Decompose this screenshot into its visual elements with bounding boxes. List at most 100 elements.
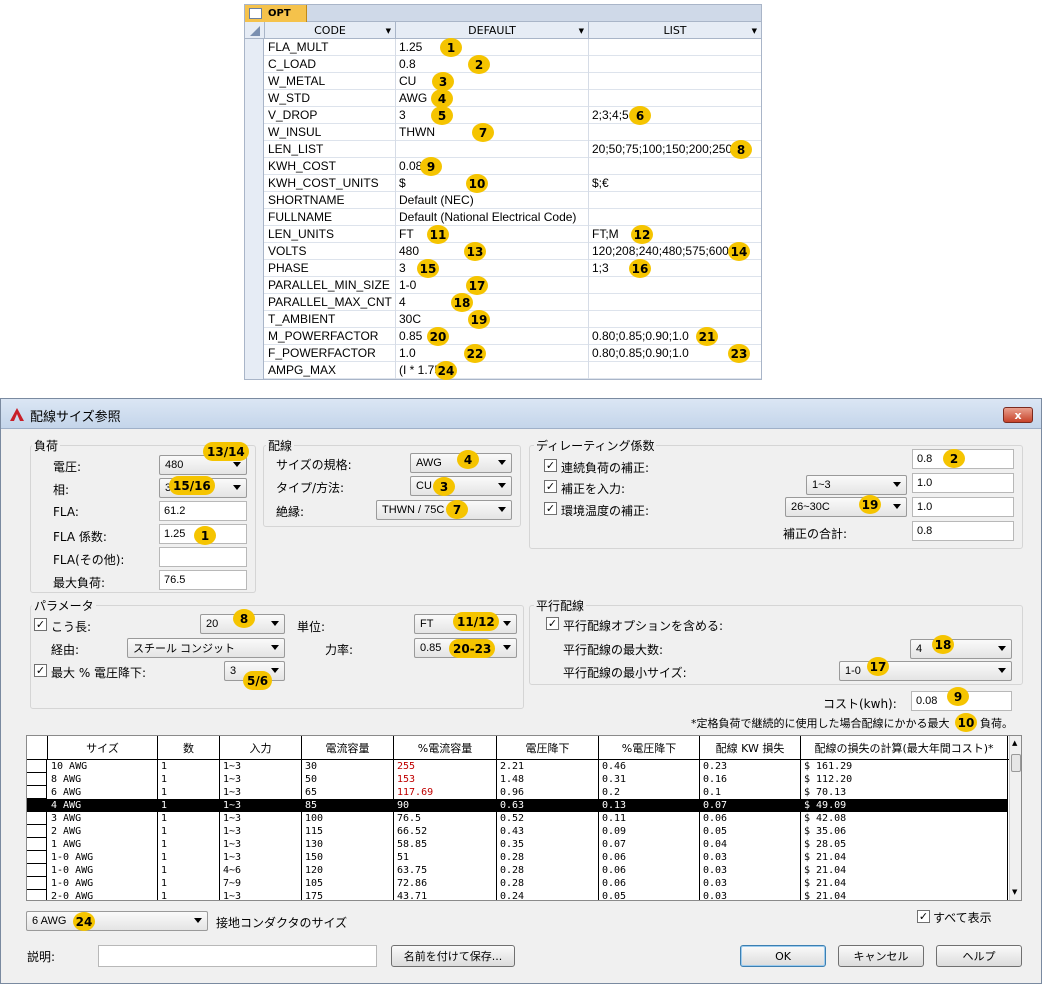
row-selector[interactable]	[245, 311, 264, 328]
opt-table-row[interactable]: AMPG_MAX (I * 1.75)	[245, 362, 761, 379]
cell-list[interactable]	[589, 362, 761, 379]
opt-table-row[interactable]: W_METAL CU	[245, 73, 761, 90]
grid-header-ampacity[interactable]: 電流容量	[302, 736, 394, 760]
grid-row[interactable]: 3 AWG 1 1~3 100 76.5 0.52 0.11 0.06 $ 42.08	[27, 812, 1008, 825]
grid-row-header[interactable]	[27, 799, 47, 812]
row-selector[interactable]	[245, 192, 264, 209]
row-selector[interactable]	[245, 124, 264, 141]
route-combo[interactable]: スチール コンジット	[127, 638, 285, 658]
opt-table-row[interactable]: PARALLEL_MIN_SIZE 1-0	[245, 277, 761, 294]
close-button[interactable]: x	[1003, 407, 1033, 423]
cell-list[interactable]: 0.80;0.85;0.90;1.0	[589, 328, 761, 345]
opt-table-row[interactable]: FULLNAME Default (National Electrical Cod…	[245, 209, 761, 226]
grid-row[interactable]: 4 AWG 1 1~3 85 90 0.63 0.13 0.07 $ 49.09	[27, 799, 1008, 812]
cell-code[interactable]: W_INSUL	[265, 124, 396, 141]
grid-row-header[interactable]	[27, 786, 47, 799]
total-correction-field[interactable]: 0.8	[912, 521, 1014, 541]
include-parallel-checkbox[interactable]: ✓	[546, 617, 559, 630]
opt-table-row[interactable]: KWH_COST_UNITS $ $;€	[245, 175, 761, 192]
grid-row-header[interactable]	[27, 773, 47, 786]
temperature-correction-field[interactable]: 1.0	[912, 497, 1014, 517]
row-selector[interactable]	[245, 328, 264, 345]
cell-list[interactable]: 2;3;4;5	[589, 107, 761, 124]
cell-default[interactable]: AWG	[396, 90, 589, 107]
row-selector[interactable]	[245, 294, 264, 311]
cell-code[interactable]: C_LOAD	[265, 56, 396, 73]
cell-code[interactable]: KWH_COST_UNITS	[265, 175, 396, 192]
grid-header-ampacity-percent[interactable]: %電流容量	[394, 736, 497, 760]
cell-list[interactable]	[589, 311, 761, 328]
cell-default[interactable]: Default (National Electrical Code)	[396, 209, 589, 226]
scroll-thumb[interactable]	[1011, 754, 1021, 772]
opt-table-row[interactable]: T_AMBIENT 30C	[245, 311, 761, 328]
opt-table-row[interactable]: PARALLEL_MAX_CNT 4	[245, 294, 761, 311]
continuous-load-checkbox[interactable]: ✓	[544, 459, 557, 472]
opt-table-row[interactable]: SHORTNAME Default (NEC)	[245, 192, 761, 209]
cell-list[interactable]	[589, 56, 761, 73]
description-field[interactable]	[98, 945, 377, 967]
row-selector[interactable]	[245, 158, 264, 175]
cell-default[interactable]: FT	[396, 226, 589, 243]
scroll-down-icon[interactable]: ▼	[1012, 888, 1017, 896]
opt-table-row[interactable]: C_LOAD 0.8	[245, 56, 761, 73]
cell-list[interactable]	[589, 294, 761, 311]
grid-row[interactable]: 1-0 AWG 1 7~9 105 72.86 0.28 0.06 0.03 $ 21.04	[27, 877, 1008, 890]
max-voltage-drop-checkbox[interactable]: ✓	[34, 664, 47, 677]
grid-row-header[interactable]	[27, 877, 47, 890]
cell-code[interactable]: W_STD	[265, 90, 396, 107]
vertical-scrollbar[interactable]: ▲ ▼	[1009, 736, 1021, 900]
row-selector[interactable]	[245, 141, 264, 158]
cell-default[interactable]: 480	[396, 243, 589, 260]
row-selector[interactable]	[245, 277, 264, 294]
cell-code[interactable]: PARALLEL_MAX_CNT	[265, 294, 396, 311]
row-selector[interactable]	[245, 260, 264, 277]
cell-default[interactable]: 1.0	[396, 345, 589, 362]
cancel-button[interactable]: キャンセル	[838, 945, 924, 967]
cell-default[interactable]: 1.25	[396, 39, 589, 56]
cell-list[interactable]	[589, 124, 761, 141]
cell-code[interactable]: VOLTS	[265, 243, 396, 260]
column-header-code[interactable]: CODE ▼	[265, 22, 396, 39]
cell-code[interactable]: KWH_COST	[265, 158, 396, 175]
grid-header-voltage-drop[interactable]: 電圧降下	[497, 736, 599, 760]
grid-row-header[interactable]	[27, 760, 47, 773]
grid-header-size[interactable]: サイズ	[48, 736, 158, 760]
grid-row-header[interactable]	[27, 890, 47, 900]
cell-default[interactable]: $	[396, 175, 589, 192]
cell-default[interactable]: (I * 1.75)	[396, 362, 589, 379]
cell-default[interactable]: 4	[396, 294, 589, 311]
opt-table-row[interactable]: M_POWERFACTOR 0.85 0.80;0.85;0.90;1.0	[245, 328, 761, 345]
cell-default[interactable]: 0.85	[396, 328, 589, 345]
column-header-default[interactable]: DEFAULT ▼	[396, 22, 589, 39]
grid-row-header[interactable]	[27, 851, 47, 864]
wire-size-grid[interactable]: サイズ 数 入力 電流容量 %電流容量 電圧降下 %電圧降下 配線 KW 損失 …	[26, 735, 1022, 901]
cell-list[interactable]	[589, 277, 761, 294]
cell-code[interactable]: LEN_LIST	[265, 141, 396, 158]
opt-table-row[interactable]: W_INSUL THWN	[245, 124, 761, 141]
cell-list[interactable]: FT;M	[589, 226, 761, 243]
grid-row[interactable]: 1-0 AWG 1 1~3 150 51 0.28 0.06 0.03 $ 21.04	[27, 851, 1008, 864]
cell-code[interactable]: AMPG_MAX	[265, 362, 396, 379]
cell-list[interactable]: $;€	[589, 175, 761, 192]
cell-default[interactable]: 1-0	[396, 277, 589, 294]
grid-header-voltage-drop-percent[interactable]: %電圧降下	[599, 736, 700, 760]
temperature-correction-checkbox[interactable]: ✓	[544, 502, 557, 515]
cell-list[interactable]	[589, 39, 761, 56]
cell-code[interactable]: FLA_MULT	[265, 39, 396, 56]
cell-list[interactable]	[589, 73, 761, 90]
insulation-combo[interactable]: THWN / 75C	[376, 500, 512, 520]
grid-row[interactable]: 2-0 AWG 1 1~3 175 43.71 0.24 0.05 0.03 $ 21.04	[27, 890, 1008, 900]
opt-table-row[interactable]: LEN_LIST 20;50;75;100;150;200;250	[245, 141, 761, 158]
cell-default[interactable]	[396, 141, 589, 158]
cell-code[interactable]: SHORTNAME	[265, 192, 396, 209]
cell-default[interactable]: Default (NEC)	[396, 192, 589, 209]
parallel-max-combo[interactable]: 4	[910, 639, 1012, 659]
cell-code[interactable]: PHASE	[265, 260, 396, 277]
grid-row[interactable]: 1-0 AWG 1 4~6 120 63.75 0.28 0.06 0.03 $ 21.04	[27, 864, 1008, 877]
column-filter-icon[interactable]: ▼	[579, 27, 584, 35]
grid-row[interactable]: 2 AWG 1 1~3 115 66.52 0.43 0.09 0.05 $ 35.06	[27, 825, 1008, 838]
row-selector[interactable]	[245, 243, 264, 260]
cell-code[interactable]: PARALLEL_MIN_SIZE	[265, 277, 396, 294]
grid-row[interactable]: 6 AWG 1 1~3 65 117.69 0.96 0.2 0.1 $ 70.13	[27, 786, 1008, 799]
fla-field[interactable]: 61.2	[159, 501, 247, 521]
